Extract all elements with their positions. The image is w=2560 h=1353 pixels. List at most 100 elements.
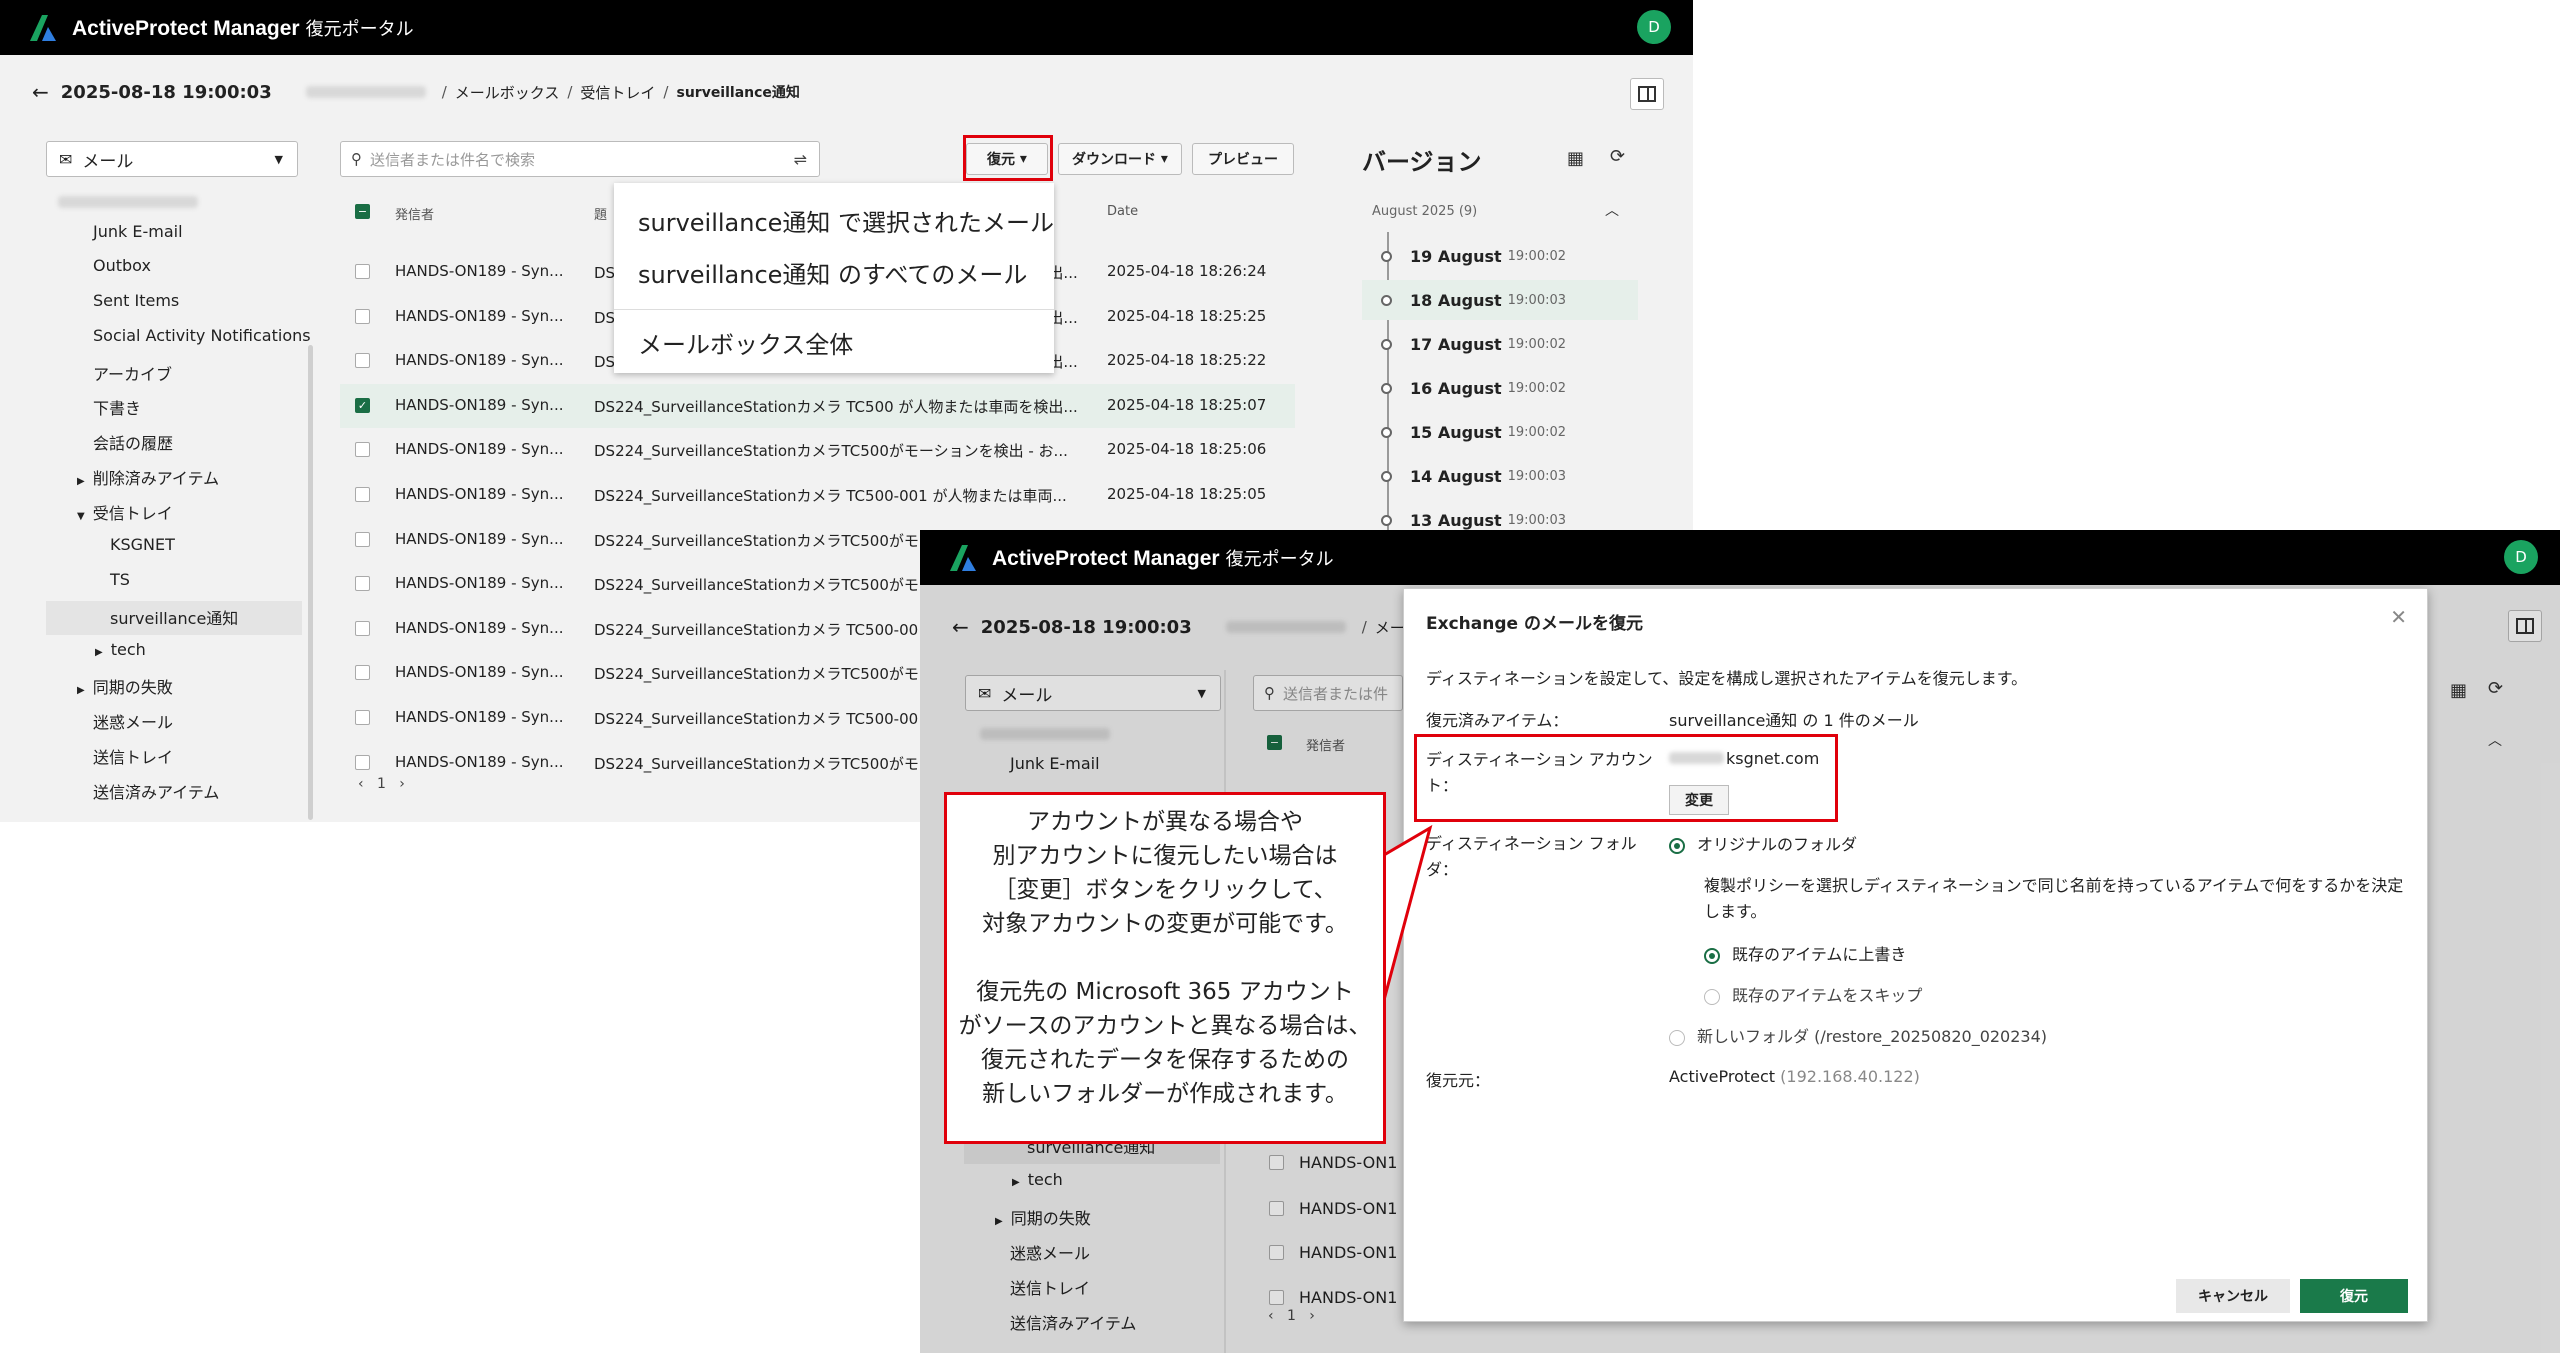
table-row[interactable]: HANDS-ON189 - Syn... DS224_SurveillanceSt… bbox=[340, 428, 1295, 472]
menu-restore-selected[interactable]: surveillance通知 で選択されたメール bbox=[638, 203, 1054, 238]
row-checkbox[interactable] bbox=[355, 754, 370, 770]
folder-drafts[interactable]: 下書き bbox=[93, 395, 141, 419]
close-icon[interactable]: ✕ bbox=[2390, 605, 2407, 629]
row-date: 2025-04-18 18:25:05 bbox=[1107, 485, 1267, 503]
folder-sent-jp[interactable]: 送信済みアイテム bbox=[93, 779, 219, 803]
callout-line: 対象アカウントの変更が可能です。 bbox=[982, 911, 1348, 937]
version-time: 19:00:02 bbox=[1507, 248, 1567, 264]
version-day: 14 August bbox=[1410, 466, 1502, 486]
cancel-button[interactable]: キャンセル bbox=[2176, 1279, 2290, 1313]
folder-sync-fail[interactable]: ▶ 同期の失敗 bbox=[77, 674, 173, 698]
folder-junk[interactable]: Junk E-mail bbox=[93, 222, 183, 241]
radio-overwrite[interactable] bbox=[1704, 947, 1720, 964]
version-item[interactable]: 14 August 19:00:03 bbox=[1362, 456, 1638, 496]
folder-social[interactable]: Social Activity Notifications bbox=[93, 326, 311, 345]
callout-line: がソースのアカウントと異なる場合は、 bbox=[958, 1013, 1372, 1039]
select-all-checkbox[interactable]: − bbox=[355, 204, 370, 219]
dest-folder-label: ディスティネーション フォルダ： bbox=[1426, 834, 1637, 879]
folder-ksgnet[interactable]: KSGNET bbox=[110, 535, 175, 554]
row-checkbox[interactable] bbox=[355, 665, 370, 681]
app-header-2: ActiveProtect Manager 復元ポータル D bbox=[920, 530, 2560, 585]
opt-original-folder[interactable]: オリジナルのフォルダ bbox=[1669, 831, 1857, 855]
timeline-dot-icon bbox=[1381, 338, 1392, 350]
row-checkbox[interactable] bbox=[355, 710, 370, 725]
callout-line: 新しいフォルダーが作成されます。 bbox=[982, 1081, 1348, 1107]
timeline-dot-icon bbox=[1381, 470, 1392, 482]
row-sender: HANDS-ON189 - Syn... bbox=[395, 574, 564, 593]
col-date[interactable]: Date bbox=[1107, 204, 1138, 219]
version-item[interactable]: 17 August 19:00:02 bbox=[1362, 324, 1638, 364]
restore-dropdown-menu: surveillance通知 で選択されたメール surveillance通知 … bbox=[614, 183, 1054, 373]
folder-spam[interactable]: 迷惑メール bbox=[93, 709, 173, 733]
folder-conversation[interactable]: 会話の履歴 bbox=[93, 430, 173, 454]
row-checkbox[interactable] bbox=[355, 442, 370, 458]
version-item[interactable]: 18 August 19:00:03 bbox=[1362, 280, 1638, 320]
row-checkbox[interactable] bbox=[355, 308, 370, 324]
callout-line: 復元先の Microsoft 365 アカウント bbox=[976, 979, 1354, 1005]
row-sender: HANDS-ON189 - Syn... bbox=[395, 262, 564, 280]
table-row[interactable]: HANDS-ON189 - Syn... DS224_SurveillanceSt… bbox=[340, 473, 1295, 517]
crumb-mailbox[interactable]: メールボックス bbox=[455, 82, 560, 103]
folder-inbox[interactable]: ▼ 受信トレイ bbox=[77, 500, 173, 524]
table-row[interactable]: ✓ HANDS-ON189 - Syn... DS224_SurveillanceS… bbox=[340, 383, 1295, 428]
version-time: 19:00:03 bbox=[1507, 292, 1567, 308]
refresh-icon[interactable]: ⟳ bbox=[1610, 146, 1625, 167]
row-checkbox[interactable] bbox=[355, 353, 370, 369]
sidebar-scrollbar[interactable] bbox=[308, 345, 313, 820]
download-button[interactable]: ダウンロード ▾ bbox=[1058, 143, 1182, 175]
chevron-up-icon[interactable]: ︿ bbox=[1605, 200, 1619, 220]
row-date: 2025-04-18 18:25:06 bbox=[1107, 440, 1267, 459]
col-sender[interactable]: 発信者 bbox=[395, 204, 434, 223]
search-icon: ⚲ bbox=[351, 150, 362, 168]
crumb-inbox[interactable]: 受信トレイ bbox=[580, 82, 655, 103]
row-checkbox[interactable] bbox=[355, 576, 370, 592]
menu-restore-all-folder[interactable]: surveillance通知 のすべてのメール bbox=[638, 255, 1027, 290]
restore-highlight bbox=[963, 135, 1053, 181]
version-item[interactable]: 15 August 19:00:02 bbox=[1362, 412, 1638, 452]
search-input[interactable]: ⚲ 送信者または件名で検索 ⇌ bbox=[340, 141, 820, 177]
row-subject: DS224_SurveillanceStationカメラ TC500-001 が… bbox=[594, 487, 1067, 505]
version-item[interactable]: 16 August 19:00:02 bbox=[1362, 368, 1638, 408]
version-time: 19:00:02 bbox=[1507, 424, 1567, 440]
row-checkbox[interactable]: ✓ bbox=[355, 397, 370, 413]
calendar-icon[interactable]: ▦ bbox=[1567, 148, 1584, 169]
folder-archive[interactable]: アーカイブ bbox=[93, 361, 172, 385]
opt-overwrite[interactable]: 既存のアイテムに上書き bbox=[1704, 941, 1906, 965]
folder-sent-items[interactable]: Sent Items bbox=[93, 291, 179, 310]
row-checkbox[interactable] bbox=[355, 264, 370, 279]
folder-outbox[interactable]: Outbox bbox=[93, 256, 151, 275]
folder-ts[interactable]: TS bbox=[110, 570, 130, 589]
row-checkbox[interactable] bbox=[355, 487, 370, 502]
folder-deleted[interactable]: ▶ 削除済みアイテム bbox=[77, 465, 219, 489]
user-avatar[interactable]: D bbox=[1637, 10, 1671, 44]
toggle-panel-button[interactable] bbox=[1630, 78, 1664, 110]
row-checkbox[interactable] bbox=[355, 531, 370, 547]
confirm-restore-button[interactable]: 復元 bbox=[2300, 1279, 2408, 1313]
folder-surveillance[interactable]: surveillance通知 bbox=[46, 601, 302, 635]
folder-outbox-jp[interactable]: 送信トレイ bbox=[93, 744, 173, 768]
restore-dialog: Exchange のメールを復元 ✕ ディスティネーションを設定して、設定を構成… bbox=[1403, 588, 2428, 1322]
user-avatar-2[interactable]: D bbox=[2504, 540, 2538, 574]
row-sender: HANDS-ON189 - Syn... bbox=[395, 440, 564, 459]
pagination[interactable]: ‹ 1 › bbox=[358, 776, 405, 792]
menu-restore-mailbox[interactable]: メールボックス全体 bbox=[638, 325, 853, 360]
folder-tech[interactable]: ▶ tech bbox=[95, 640, 146, 659]
radio-skip[interactable] bbox=[1704, 988, 1720, 1005]
row-checkbox[interactable] bbox=[355, 620, 370, 636]
mail-type-select[interactable]: ✉ メール ▼ bbox=[46, 141, 298, 177]
radio-new-folder[interactable] bbox=[1669, 1029, 1685, 1046]
app-title-2: ActiveProtect Manager 復元ポータル bbox=[992, 546, 1334, 570]
col-subject[interactable]: 題 bbox=[594, 204, 607, 223]
version-item[interactable]: 19 August 19:00:02 bbox=[1362, 236, 1638, 276]
backup-date: 2025-08-18 19:00:03 bbox=[60, 81, 272, 103]
preview-button[interactable]: プレビュー bbox=[1192, 143, 1294, 175]
row-sender: HANDS-ON189 - Syn... bbox=[395, 395, 564, 414]
opt-new-folder[interactable]: 新しいフォルダ (/restore_20250820_020234) bbox=[1669, 1023, 2047, 1047]
opt-skip[interactable]: 既存のアイテムをスキップ bbox=[1704, 982, 1922, 1006]
back-arrow-icon[interactable]: ← bbox=[32, 80, 49, 104]
dest-account-highlight bbox=[1414, 734, 1838, 822]
version-time: 19:00:03 bbox=[1507, 468, 1567, 484]
radio-original[interactable] bbox=[1669, 837, 1685, 854]
redacted-account bbox=[305, 86, 426, 98]
filter-icon[interactable]: ⇌ bbox=[794, 150, 807, 169]
